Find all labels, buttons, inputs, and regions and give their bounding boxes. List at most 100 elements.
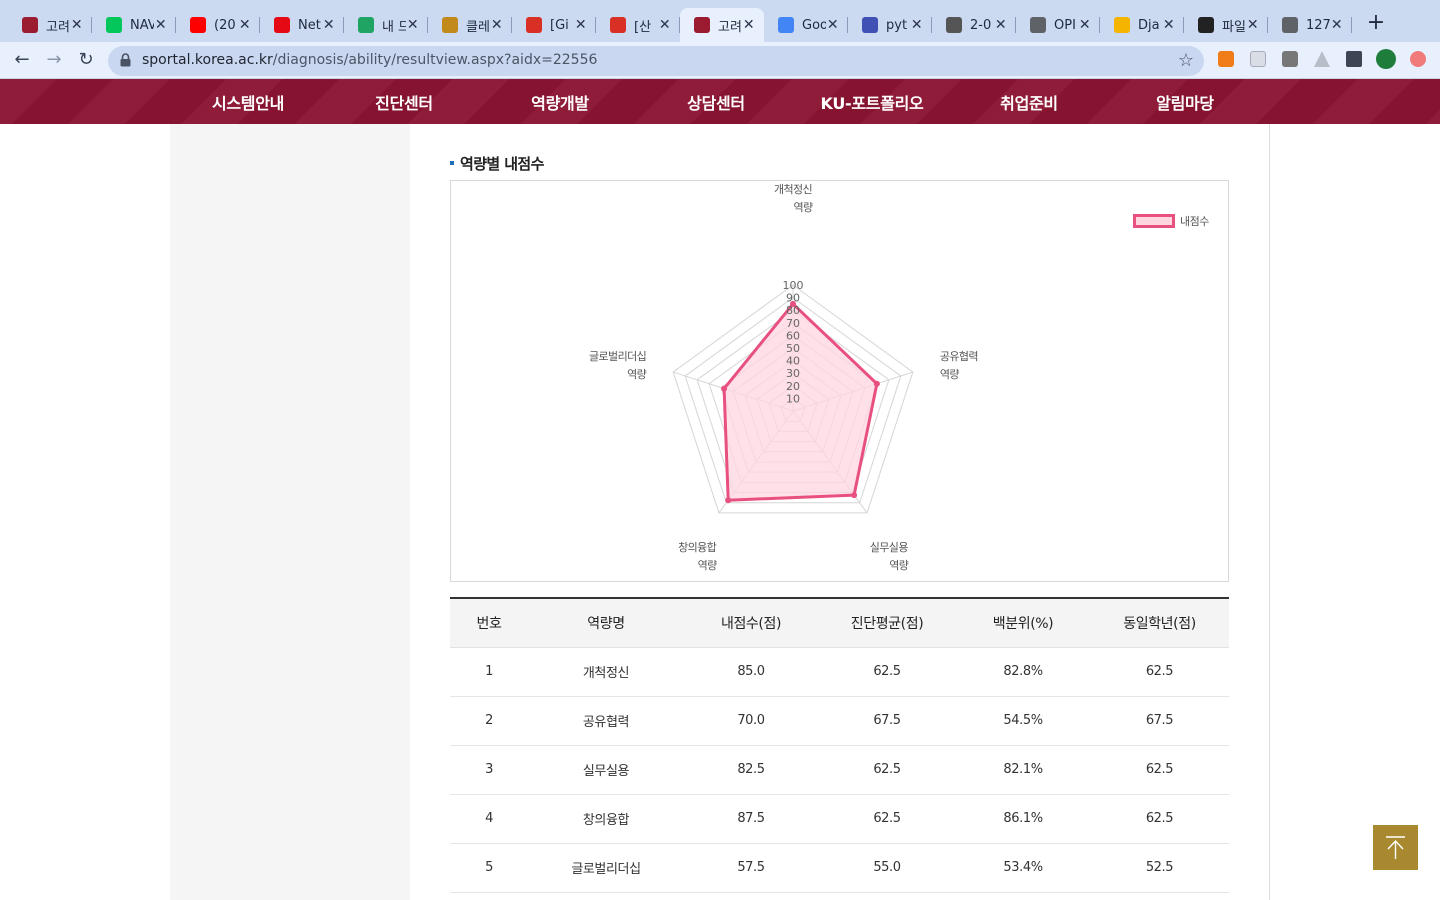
- close-tab-icon[interactable]: ✕: [574, 17, 588, 33]
- axis-label: 공유협력: [940, 350, 978, 363]
- radar-chart-panel: 내점수 10 20 30 40 50 60 70 80 90 100 개척정신 역량 공유협력 역량 실무실…: [450, 180, 1229, 582]
- browser-tab[interactable]: 127 ✕: [1268, 8, 1352, 42]
- data-point: [851, 492, 858, 499]
- legend-label: 내점수: [1180, 215, 1209, 228]
- reload-button[interactable]: ↻: [74, 48, 98, 72]
- tab-title: 고려: [718, 19, 742, 35]
- arrow-up-icon: [1386, 836, 1405, 859]
- close-tab-icon[interactable]: ✕: [742, 17, 756, 33]
- table-cell: 62.5: [1090, 745, 1229, 795]
- extension-drive-icon[interactable]: [1314, 51, 1330, 67]
- close-tab-icon[interactable]: ✕: [238, 17, 252, 33]
- browser-tab[interactable]: [Gi ✕: [512, 8, 596, 42]
- left-sidebar: [170, 124, 410, 900]
- close-tab-icon[interactable]: ✕: [154, 17, 168, 33]
- site-nav-item[interactable]: 진단센터: [375, 90, 433, 114]
- extension-info-icon[interactable]: [1282, 51, 1298, 67]
- data-point: [721, 385, 728, 392]
- radar-chart: 102030405060708090100개척정신역량공유협력역량실무실용역량창…: [589, 183, 979, 572]
- browser-tab[interactable]: 고려 ✕: [680, 8, 764, 42]
- forward-button[interactable]: →: [42, 48, 66, 72]
- close-tab-icon[interactable]: ✕: [406, 17, 420, 33]
- tab-title: Dja: [1138, 17, 1160, 33]
- table-cell: 2: [450, 696, 528, 746]
- back-button[interactable]: ←: [10, 48, 34, 72]
- table-cell: 52.5: [1090, 843, 1229, 893]
- browser-tab[interactable]: [산 ✕: [596, 8, 680, 42]
- globe-icon: [1282, 17, 1298, 33]
- browser-tab[interactable]: 파일 ✕: [1184, 8, 1268, 42]
- browser-tab[interactable]: OPI ✕: [1016, 8, 1100, 42]
- bookmark-star-icon[interactable]: ☆: [1178, 50, 1194, 71]
- extension-card-icon[interactable]: [1250, 51, 1266, 67]
- close-tab-icon[interactable]: ✕: [1162, 17, 1176, 33]
- piano-icon: [1198, 17, 1214, 33]
- browser-tab[interactable]: 고려 ✕: [8, 8, 92, 42]
- table-row: 2 공유협력 70.0 67.5 54.5% 67.5: [450, 696, 1229, 746]
- table-cell: 1: [450, 647, 528, 697]
- table-cell: 82.8%: [956, 647, 1090, 697]
- close-tab-icon[interactable]: ✕: [490, 17, 504, 33]
- globe-icon: [1030, 17, 1046, 33]
- axis-label: 글로벌리더십: [589, 350, 646, 363]
- browser-tab[interactable]: Net ✕: [260, 8, 344, 42]
- table-cell: 82.1%: [956, 745, 1090, 795]
- address-bar[interactable]: sportal.korea.ac.kr/diagnosis/ability/re…: [108, 46, 1204, 76]
- scroll-to-top-button[interactable]: [1373, 825, 1418, 870]
- tab-title: 127: [1306, 17, 1330, 33]
- table-cell: 62.5: [818, 745, 956, 795]
- site-nav-item[interactable]: KU-포트폴리오: [821, 90, 924, 114]
- site-nav-item[interactable]: 시스템안내: [212, 90, 284, 114]
- close-tab-icon[interactable]: ✕: [322, 17, 336, 33]
- close-tab-icon[interactable]: ✕: [1078, 17, 1092, 33]
- close-tab-icon[interactable]: ✕: [994, 17, 1008, 33]
- axis-label-suffix: 역량: [698, 559, 718, 572]
- site-nav-item[interactable]: 역량개발: [531, 90, 589, 114]
- legend-swatch: [1133, 214, 1175, 228]
- profile-avatar[interactable]: [1376, 49, 1396, 69]
- tab-title: 클레: [466, 19, 490, 35]
- browser-tab[interactable]: Goo ✕: [764, 8, 848, 42]
- browser-tab[interactable]: NAV ✕: [92, 8, 176, 42]
- close-tab-icon[interactable]: ✕: [910, 17, 924, 33]
- table-cell: 창의융합: [528, 794, 684, 844]
- close-tab-icon[interactable]: ✕: [1246, 17, 1260, 33]
- korea-univ-icon: [22, 17, 38, 33]
- close-tab-icon[interactable]: ✕: [826, 17, 840, 33]
- extensions-puzzle-icon[interactable]: [1346, 51, 1362, 67]
- table-cell: 4: [450, 794, 528, 844]
- browser-tab[interactable]: 2-0 ✕: [932, 8, 1016, 42]
- table-cell: 67.5: [1090, 696, 1229, 746]
- tab-title: 내 드: [382, 19, 406, 35]
- wikidocs-icon: [946, 17, 962, 33]
- browser-tab[interactable]: 내 드 ✕: [344, 8, 428, 42]
- tab-title: [Gi: [550, 17, 569, 33]
- browser-toolbar: ← → ↻ sportal.korea.ac.kr/diagnosis/abil…: [0, 42, 1440, 79]
- browser-tab[interactable]: pyt ✕: [848, 8, 932, 42]
- data-point: [873, 380, 880, 387]
- google-drive-icon: [358, 17, 374, 33]
- tab-title: Net: [298, 17, 321, 33]
- table-cell: 62.5: [818, 794, 956, 844]
- site-nav-item[interactable]: 상담센터: [687, 90, 745, 114]
- site-nav-item[interactable]: 취업준비: [1000, 90, 1058, 114]
- extension-rx-icon[interactable]: [1218, 51, 1234, 67]
- tab-separator: [1351, 17, 1352, 33]
- tick-label: 100: [783, 279, 804, 292]
- site-nav-item[interactable]: 알림마당: [1156, 90, 1214, 114]
- close-tab-icon[interactable]: ✕: [70, 17, 84, 33]
- browser-tab[interactable]: 클레 ✕: [428, 8, 512, 42]
- table-cell: 62.5: [1090, 794, 1229, 844]
- browser-tab[interactable]: (20 ✕: [176, 8, 260, 42]
- update-icon[interactable]: [1410, 51, 1426, 67]
- tick-label: 80: [786, 304, 800, 317]
- tick-label: 20: [786, 380, 800, 393]
- table-cell: 62.5: [818, 647, 956, 697]
- close-tab-icon[interactable]: ✕: [658, 17, 672, 33]
- square-bullet-icon: [450, 160, 454, 165]
- new-tab-button[interactable]: +: [1364, 12, 1388, 36]
- browser-tab[interactable]: Dja ✕: [1100, 8, 1184, 42]
- lock-icon: [120, 53, 131, 67]
- close-tab-icon[interactable]: ✕: [1330, 17, 1344, 33]
- section-title: 역량별 내점수: [450, 153, 544, 174]
